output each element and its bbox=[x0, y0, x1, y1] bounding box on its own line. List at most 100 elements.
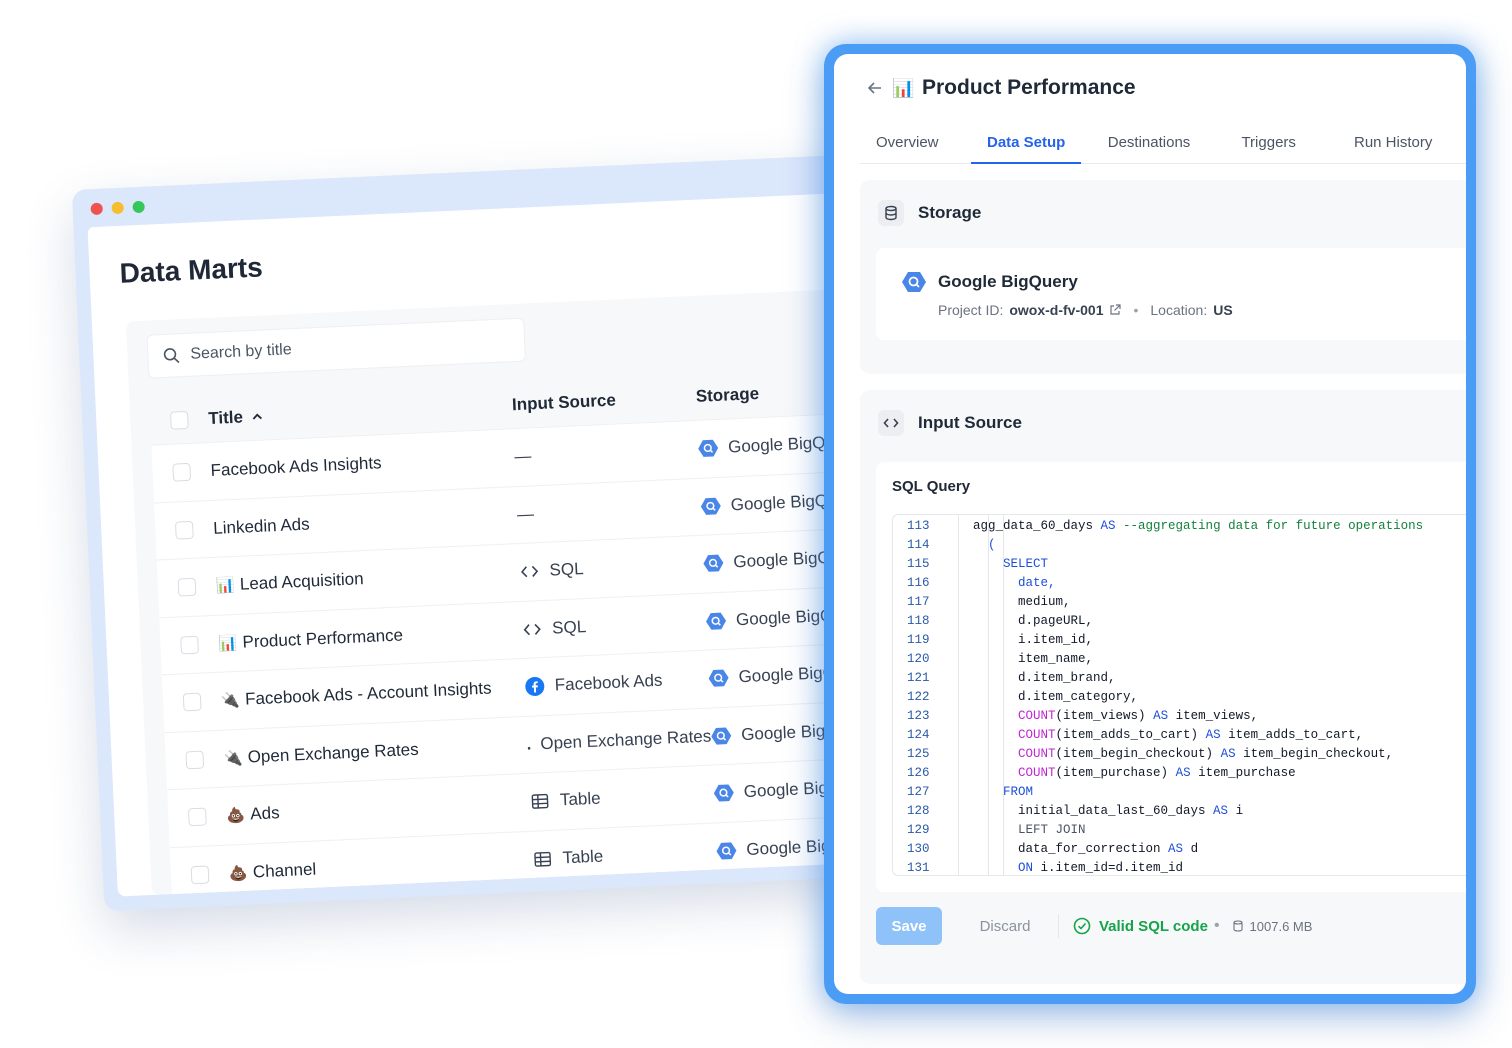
line-number: 118 bbox=[907, 614, 930, 628]
row-input-source: Table bbox=[532, 841, 717, 869]
row-checkbox[interactable] bbox=[182, 692, 202, 712]
input-source-section: Input Source SQL Query 113 114 115 116 117 11… bbox=[860, 390, 1466, 984]
tab-destinations[interactable]: Destinations bbox=[1081, 126, 1217, 164]
row-input-text: — bbox=[516, 504, 535, 524]
panel-title: Product Performance bbox=[922, 76, 1136, 99]
row-title-text: Facebook Ads Insights bbox=[210, 453, 382, 481]
row-title-text: Product Performance bbox=[242, 625, 404, 652]
row-checkbox[interactable] bbox=[174, 520, 194, 540]
back-arrow-icon[interactable] bbox=[866, 79, 884, 97]
row-title-text: Facebook Ads - Account Insights bbox=[244, 678, 492, 709]
row-checkbox[interactable] bbox=[177, 577, 197, 597]
row-title[interactable]: 🔌 Facebook Ads - Account Insights bbox=[221, 677, 526, 711]
row-emoji-icon: 🔌 bbox=[223, 749, 243, 768]
row-title[interactable]: Facebook Ads Insights bbox=[210, 447, 515, 481]
code-token: i.item_id=d.item_id bbox=[1033, 861, 1184, 875]
row-input-source: SQL bbox=[519, 554, 704, 582]
storage-header[interactable]: Storage bbox=[878, 200, 981, 226]
sql-code[interactable]: agg_data_60_days AS --aggregating data f… bbox=[973, 517, 1466, 875]
input-source-header[interactable]: Input Source bbox=[878, 410, 1022, 436]
row-title[interactable]: 💩 Channel bbox=[229, 850, 534, 884]
code-token: d bbox=[1183, 842, 1199, 856]
sql-query-card: SQL Query 113 114 115 116 117 118 119 120 121 122… bbox=[876, 462, 1466, 892]
code-line: COUNT(item_views) AS item_views, bbox=[973, 707, 1466, 726]
column-title[interactable]: Title bbox=[208, 395, 513, 429]
project-id-label: Project ID: bbox=[938, 302, 1004, 318]
code-token: (item_adds_to_cart) bbox=[1055, 728, 1206, 742]
row-checkbox[interactable] bbox=[190, 865, 210, 884]
code-line: agg_data_60_days AS --aggregating data f… bbox=[973, 517, 1466, 536]
storage-heading: Storage bbox=[918, 203, 982, 222]
row-checkbox[interactable] bbox=[172, 463, 192, 482]
line-number: 127 bbox=[907, 785, 930, 799]
row-title[interactable]: 📊 Product Performance bbox=[218, 620, 523, 654]
line-number: 117 bbox=[907, 595, 930, 609]
row-emoji-icon: 📊 bbox=[218, 634, 238, 653]
close-window-icon[interactable] bbox=[90, 202, 103, 216]
code-token: item_name, bbox=[973, 652, 1094, 666]
maximize-window-icon[interactable] bbox=[132, 200, 145, 214]
sql-editor[interactable]: 113 114 115 116 117 118 119 120 121 122 123 124 125 1… bbox=[892, 514, 1466, 876]
tab-overview[interactable]: Overview bbox=[860, 126, 971, 164]
row-checkbox[interactable] bbox=[185, 750, 205, 770]
product-performance-panel: 📊 Product Performance Overview Data Setu… bbox=[834, 54, 1466, 994]
row-title-text: Ads bbox=[249, 803, 281, 824]
row-input-source: — bbox=[514, 439, 699, 467]
validation-status: Valid SQL code bbox=[1073, 917, 1208, 935]
code-line: COUNT(item_adds_to_cart) AS item_adds_to… bbox=[973, 726, 1466, 745]
row-title[interactable]: 💩 Ads bbox=[226, 792, 531, 826]
query-size: 1007.6 MB bbox=[1232, 919, 1312, 934]
tab-run-history[interactable]: Run History bbox=[1320, 126, 1466, 164]
divider bbox=[1058, 914, 1059, 938]
code-token: AS bbox=[1213, 804, 1229, 818]
column-input-source[interactable]: Input Source bbox=[512, 387, 697, 415]
code-token: item_purchase bbox=[1190, 766, 1296, 780]
row-title[interactable]: 🔌 Open Exchange Rates bbox=[223, 735, 528, 769]
google-bigquery-icon bbox=[703, 553, 724, 574]
line-number: 131 bbox=[907, 861, 930, 875]
line-number: 113 bbox=[907, 519, 930, 533]
google-bigquery-icon bbox=[713, 783, 734, 804]
action-bar: Save Discard Valid SQL code • 1007.6 MB bbox=[876, 906, 1466, 946]
row-emoji-icon: 🔌 bbox=[220, 692, 241, 710]
code-icon bbox=[878, 410, 904, 436]
panel-tabs: Overview Data Setup Destinations Trigger… bbox=[860, 126, 1466, 164]
save-button[interactable]: Save bbox=[876, 907, 942, 945]
row-input-source: Table bbox=[530, 784, 715, 812]
code-token: ( bbox=[973, 538, 996, 552]
database-icon bbox=[1232, 920, 1243, 932]
discard-button[interactable]: Discard bbox=[962, 907, 1048, 945]
code-token: --aggregating data for future operations bbox=[1115, 519, 1424, 533]
google-bigquery-icon bbox=[698, 438, 719, 459]
tab-data-setup[interactable]: Data Setup bbox=[971, 126, 1081, 164]
code-token: d.item_category, bbox=[973, 690, 1139, 704]
row-title-text: Channel bbox=[252, 859, 317, 882]
code-token: i bbox=[1228, 804, 1244, 818]
external-link-icon[interactable] bbox=[1109, 304, 1122, 316]
search-box[interactable] bbox=[146, 317, 527, 379]
code-token: item_adds_to_cart, bbox=[1220, 728, 1364, 742]
row-title[interactable]: 📊 Lead Acquisition bbox=[215, 562, 520, 596]
tab-triggers[interactable]: Triggers bbox=[1217, 126, 1320, 164]
code-line: i.item_id, bbox=[973, 631, 1466, 650]
minimize-window-icon[interactable] bbox=[111, 201, 124, 215]
row-title[interactable]: Linkedin Ads bbox=[213, 505, 518, 539]
line-number: 121 bbox=[907, 671, 930, 685]
column-storage[interactable]: Storage bbox=[695, 384, 759, 407]
code-line: COUNT(item_purchase) AS item_purchase bbox=[973, 764, 1466, 783]
code-line: COUNT(item_begin_checkout) AS item_begin… bbox=[973, 745, 1466, 764]
code-token: item_views, bbox=[1168, 709, 1259, 723]
row-checkbox[interactable] bbox=[180, 635, 199, 655]
code-token: COUNT bbox=[1018, 728, 1056, 742]
line-number-gutter: 113 114 115 116 117 118 119 120 121 122 123 124 125 1… bbox=[893, 515, 959, 875]
select-all-checkbox[interactable] bbox=[169, 410, 189, 430]
code-line: ( bbox=[973, 536, 1466, 555]
row-title-text: Open Exchange Rates bbox=[247, 739, 420, 767]
code-line: d.item_brand, bbox=[973, 669, 1466, 688]
storage-card: Google BigQuery Project ID: owox-d-fv-00… bbox=[876, 248, 1466, 340]
facebook-icon bbox=[524, 676, 545, 697]
search-input[interactable] bbox=[190, 332, 491, 364]
row-checkbox[interactable] bbox=[187, 807, 207, 827]
sort-ascending-icon bbox=[252, 413, 262, 420]
